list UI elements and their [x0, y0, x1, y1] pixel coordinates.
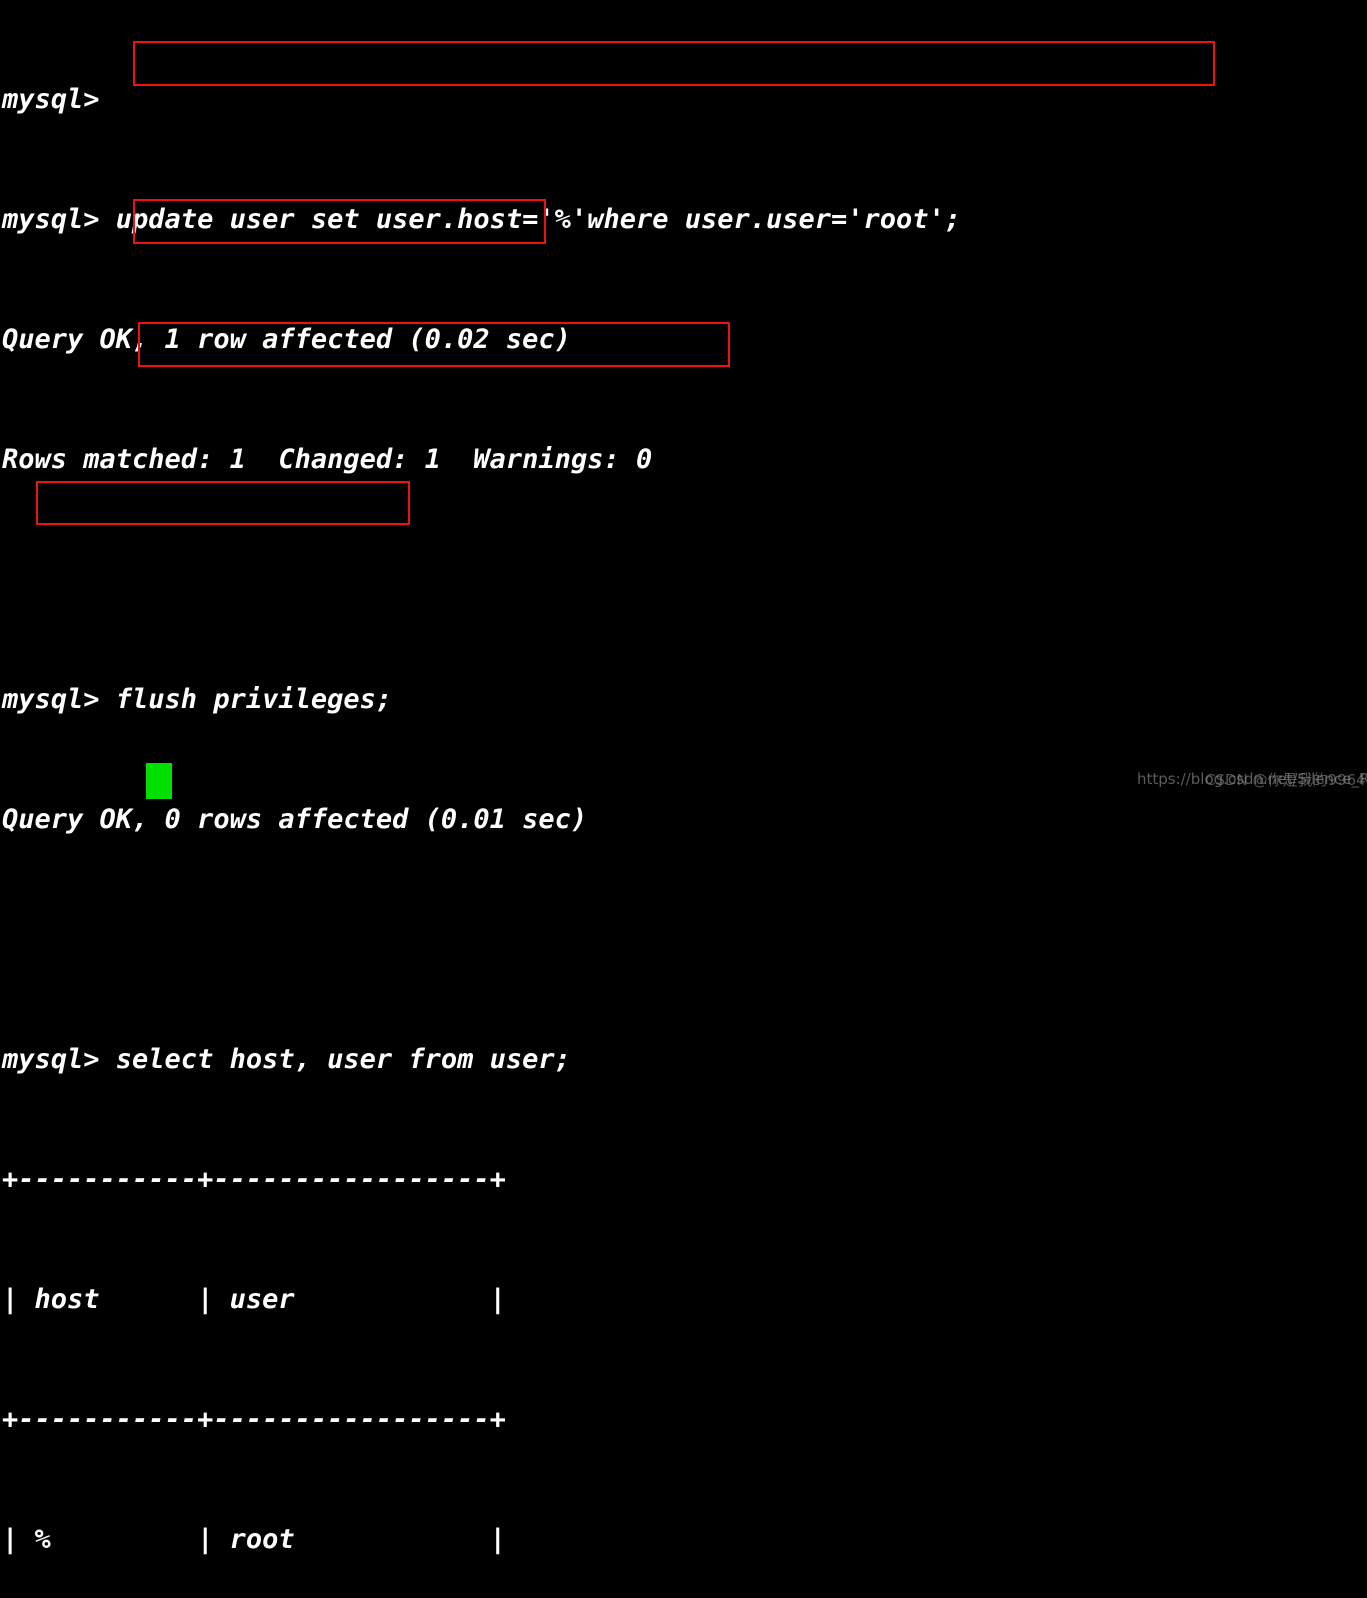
terminal-line-rows-matched: Rows matched: 1 Changed: 1 Warnings: 0	[2, 444, 653, 475]
terminal-output: mysql> mysql> update user set user.host=…	[0, 0, 1367, 1598]
terminal-line-prompt-1: mysql>	[2, 84, 100, 115]
table-separator-top: +-----------+-----------------+	[2, 1164, 506, 1195]
terminal-line-update-cmd: mysql> update user set user.host='%'wher…	[2, 204, 962, 235]
terminal-cursor	[146, 763, 172, 799]
terminal-window[interactable]: mysql> mysql> update user set user.host=…	[0, 0, 1367, 1555]
terminal-line-update-result: Query OK, 1 row affected (0.02 sec)	[2, 324, 571, 355]
terminal-line-blank-2	[0, 920, 1367, 960]
terminal-line-blank-1	[0, 560, 1367, 600]
terminal-line-flush-result: Query OK, 0 rows affected (0.01 sec)	[2, 804, 588, 835]
table-row: | % | root |	[2, 1524, 506, 1555]
table-separator-middle: +-----------+-----------------+	[2, 1404, 506, 1435]
terminal-line-select-cmd: mysql> select host, user from user;	[2, 1044, 571, 1075]
watermark-overlay: CSDN @你是我的9964	[1205, 771, 1366, 789]
table-header-row: | host | user |	[2, 1284, 506, 1315]
terminal-line-flush-cmd: mysql> flush privileges;	[2, 684, 393, 715]
